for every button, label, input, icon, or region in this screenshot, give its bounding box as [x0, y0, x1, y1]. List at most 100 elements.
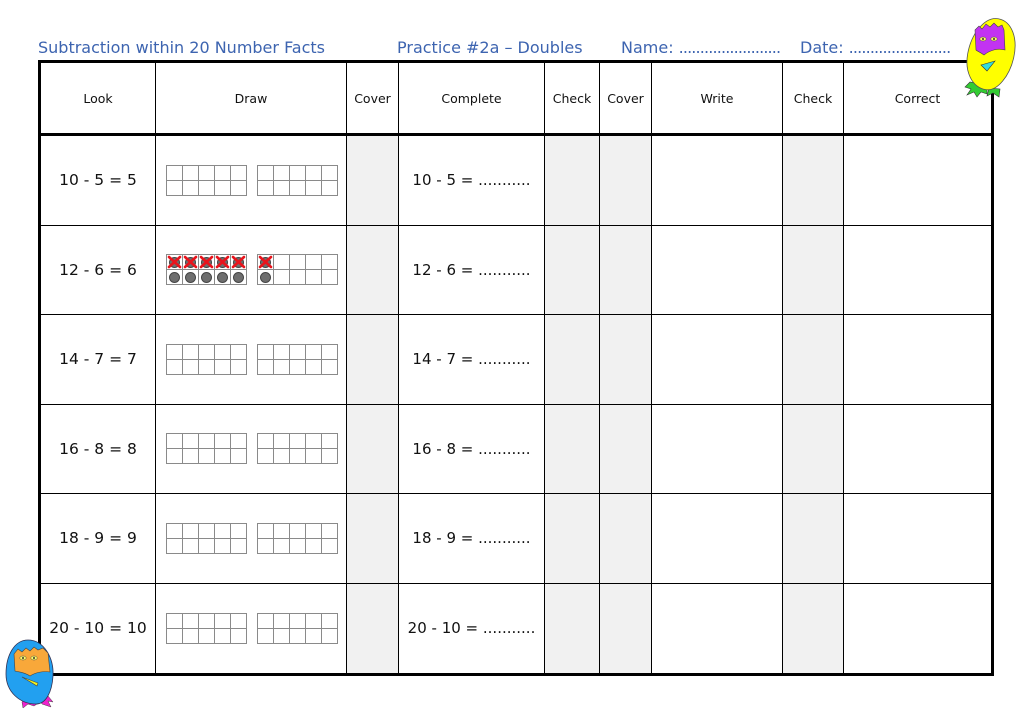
ten-frames	[166, 254, 338, 286]
check-cell	[545, 494, 600, 584]
ten-frame-cell	[322, 165, 337, 180]
ten-frame-cell	[231, 270, 246, 285]
ten-frame-cell	[322, 180, 337, 195]
check-cell-2	[783, 315, 844, 405]
ten-frame-cell	[167, 449, 182, 464]
ten-frame-cell	[183, 165, 198, 180]
ten-frame-cell	[167, 628, 182, 643]
ten-frame	[257, 164, 338, 196]
check-cell-2	[783, 136, 844, 226]
column-header-complete: Complete	[399, 63, 545, 136]
ten-frame-cell	[322, 628, 337, 643]
ten-frame-cell	[306, 449, 321, 464]
ten-frame-cell	[215, 344, 230, 359]
ten-frame-cell	[183, 359, 198, 374]
ten-frame-cell	[183, 270, 198, 285]
ten-frame	[166, 612, 247, 644]
look-fact: 20 - 10 = 10	[49, 619, 147, 638]
complete-prompt: 16 - 8 = ...........	[412, 439, 531, 458]
ten-frame-cell	[258, 180, 273, 195]
ten-frame-cell	[290, 344, 305, 359]
ten-frame-cell	[322, 255, 337, 270]
ten-frame-cell	[183, 538, 198, 553]
ten-frame-cell	[199, 538, 214, 553]
check-cell	[545, 583, 600, 673]
write-cell	[652, 494, 783, 584]
look-cell: 10 - 5 = 5	[41, 136, 156, 226]
ten-frame-cell	[167, 359, 182, 374]
write-cell	[652, 315, 783, 405]
practice-label: Practice #2a – Doubles	[397, 38, 583, 57]
column-header-look: Look	[41, 63, 156, 136]
ten-frame-cell	[215, 270, 230, 285]
cover-cell-2	[600, 225, 652, 315]
ten-frame	[166, 343, 247, 375]
ten-frame-cell	[290, 538, 305, 553]
ten-frame-cell	[167, 255, 182, 270]
write-cell	[652, 583, 783, 673]
ten-frame-cell	[199, 449, 214, 464]
ten-frames	[166, 343, 338, 375]
ten-frame-cell	[306, 180, 321, 195]
complete-cell: 18 - 9 = ...........	[399, 494, 545, 584]
counter-icon	[169, 271, 180, 283]
ten-frame-cell	[258, 270, 273, 285]
ten-frame-cell	[306, 434, 321, 449]
ten-frame	[257, 343, 338, 375]
draw-cell	[156, 136, 347, 226]
ten-frame-cell	[290, 523, 305, 538]
ten-frame-cell	[183, 255, 198, 270]
ten-frame-cell	[215, 628, 230, 643]
cross-mark-icon	[231, 255, 246, 269]
ten-frame-cell	[167, 523, 182, 538]
look-fact: 14 - 7 = 7	[59, 350, 137, 369]
ten-frame	[166, 433, 247, 465]
ten-frame-cell	[231, 359, 246, 374]
correct-cell	[844, 136, 991, 226]
look-fact: 10 - 5 = 5	[59, 171, 137, 190]
complete-prompt: 20 - 10 = ...........	[407, 619, 536, 638]
complete-cell: 10 - 5 = ...........	[399, 136, 545, 226]
ten-frame-cell	[231, 523, 246, 538]
check-cell	[545, 136, 600, 226]
ten-frame	[257, 612, 338, 644]
ten-frame-cell	[215, 523, 230, 538]
ten-frame-cell	[199, 523, 214, 538]
counter-icon	[260, 271, 271, 283]
ten-frame-cell	[306, 523, 321, 538]
ten-frame-cell	[274, 255, 289, 270]
column-header-check-2: Check	[783, 63, 844, 136]
counter-icon	[217, 271, 228, 283]
check-cell-2	[783, 225, 844, 315]
cross-mark-icon	[199, 255, 214, 269]
complete-prompt: 18 - 9 = ...........	[412, 529, 531, 548]
ten-frame-cell	[231, 449, 246, 464]
check-cell-2	[783, 583, 844, 673]
correct-cell	[844, 315, 991, 405]
date-field: Date:........................	[800, 39, 951, 57]
ten-frame-cell	[258, 628, 273, 643]
draw-cell	[156, 583, 347, 673]
ten-frame-cell	[167, 180, 182, 195]
ten-frame-cell	[322, 449, 337, 464]
ten-frame-cell	[167, 434, 182, 449]
ten-frame-cell	[167, 165, 182, 180]
blue-monster-icon	[0, 636, 60, 712]
write-cell	[652, 136, 783, 226]
column-header-cover: Cover	[347, 63, 399, 136]
cross-mark-icon	[167, 255, 182, 269]
ten-frame-cell	[290, 270, 305, 285]
ten-frame	[257, 433, 338, 465]
ten-frame-cell	[290, 613, 305, 628]
ten-frame-cell	[306, 359, 321, 374]
column-header-check: Check	[545, 63, 600, 136]
ten-frame-cell	[231, 165, 246, 180]
ten-frame	[166, 164, 247, 196]
check-cell-2	[783, 404, 844, 494]
ten-frame-cell	[199, 613, 214, 628]
ten-frame-cell	[306, 344, 321, 359]
ten-frames	[166, 612, 338, 644]
ten-frames	[166, 164, 338, 196]
ten-frame-cell	[274, 344, 289, 359]
name-field: Name:........................	[621, 39, 781, 57]
